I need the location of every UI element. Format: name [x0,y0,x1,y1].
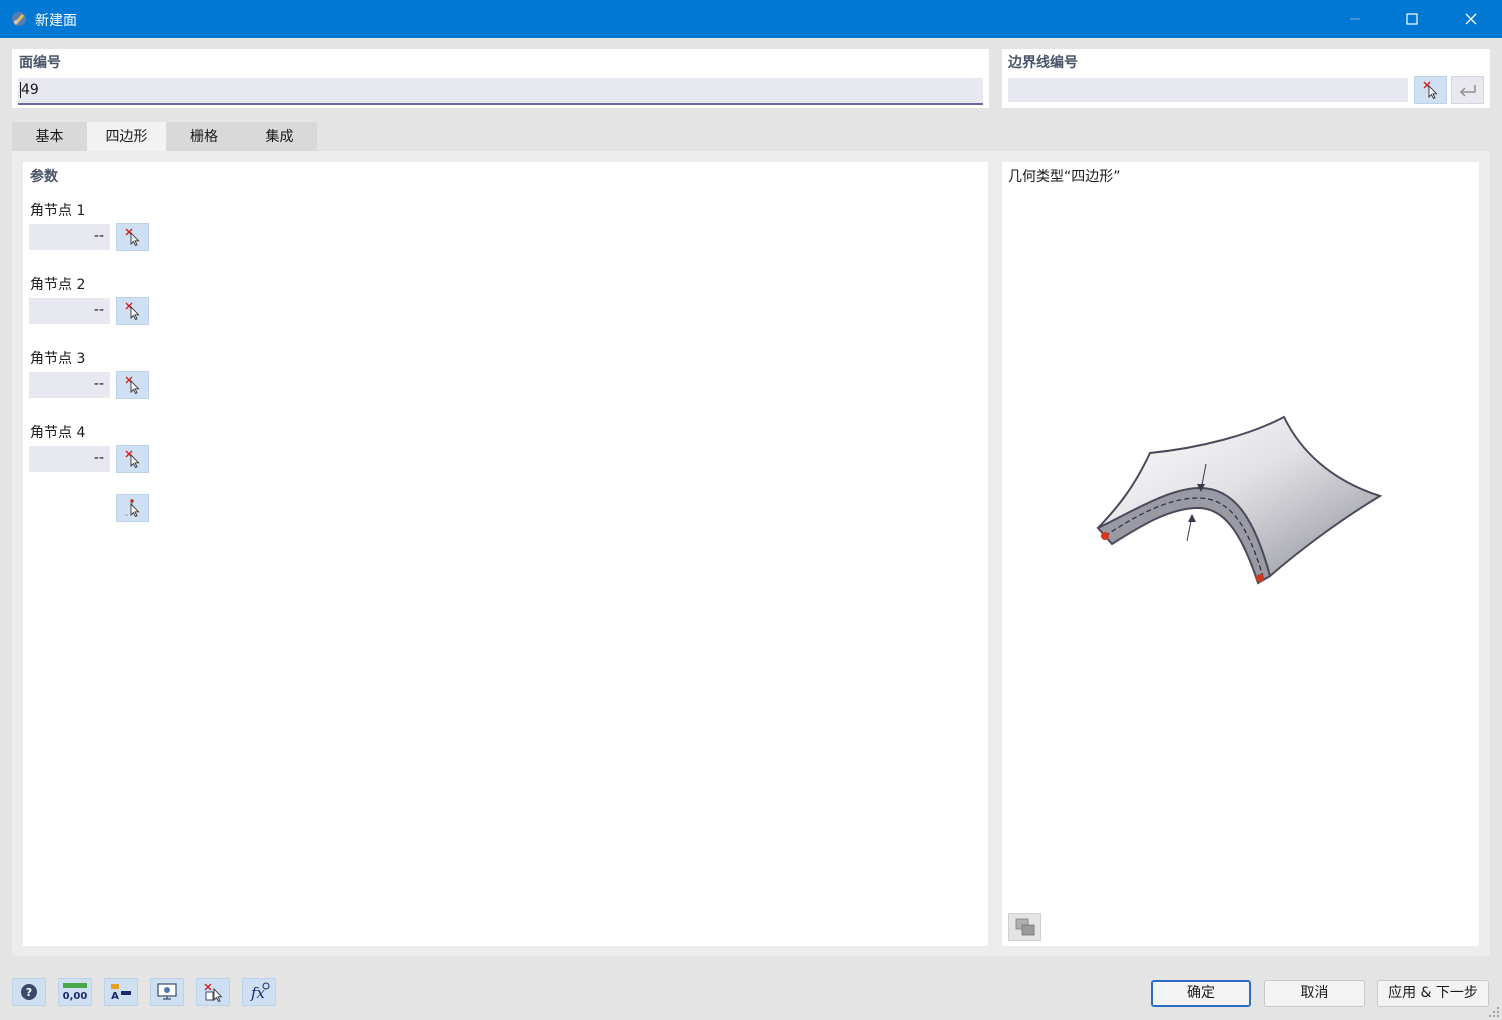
ok-button[interactable]: 确定 [1151,980,1251,1007]
apply-next-button[interactable]: 应用 & 下一步 [1377,980,1489,1007]
surface-number-value: 49 [21,82,39,98]
pick-corner-node-1-button[interactable] [116,223,149,251]
view-icon [157,983,177,1000]
boundary-lines-label: 边界线编号 [1008,55,1078,71]
units-icon: 0,00 [63,983,88,1002]
corner-node-1-input[interactable]: -- [29,224,110,250]
tab-bar: 基本 四边形 栅格 集成 [12,122,1490,152]
resize-grip-icon[interactable] [1488,1006,1500,1018]
svg-text:?: ? [26,986,32,999]
corner-node-3-value: -- [93,376,104,392]
tab-grid[interactable]: 栅格 [166,122,242,152]
return-arrow-icon [1459,85,1476,97]
pick-cursor-icon [125,376,140,395]
units-button[interactable]: 0,00 [58,978,92,1006]
app-icon [12,12,26,26]
pick-corner-node-4-button[interactable] [116,445,149,473]
corner-node-4-label: 角节点 4 [30,425,86,441]
surface-number-label: 面编号 [19,55,61,71]
minimize-icon [1350,18,1360,20]
pick-nodes-icon [125,499,140,518]
view-button[interactable] [150,978,184,1006]
surface-number-panel: 面编号 49 [12,49,989,108]
corner-node-1-label: 角节点 1 [30,203,86,219]
surface-number-input[interactable]: 49 [18,78,983,105]
window-title: 新建面 [35,13,77,29]
svg-text:A: A [111,991,119,1002]
text-settings-button[interactable]: A [104,978,138,1006]
pick-cursor-icon [125,450,140,469]
pick-cursor-icon [125,228,140,247]
pick-cursor-icon [125,302,140,321]
cancel-button[interactable]: 取消 [1264,980,1365,1007]
preview-title: 几何类型“四边形” [1008,169,1121,185]
undo-selection-button[interactable] [1451,76,1484,104]
corner-node-3-label: 角节点 3 [30,351,86,367]
boundary-lines-input[interactable] [1008,78,1408,102]
image-options-icon [1015,918,1035,936]
select-icon [204,983,223,1003]
parameters-heading: 参数 [30,169,58,185]
corner-node-4-value: -- [93,450,104,466]
pick-cursor-icon [1423,81,1438,100]
help-icon: ? [21,984,37,1000]
tab-integration[interactable]: 集成 [242,122,317,152]
select-button[interactable] [196,978,230,1006]
pick-corner-node-2-button[interactable] [116,297,149,325]
corner-node-2-label: 角节点 2 [30,277,86,293]
pick-boundary-lines-button[interactable] [1414,76,1447,104]
close-button[interactable] [1442,0,1500,38]
help-button[interactable]: ? [12,978,46,1006]
corner-node-1-value: -- [93,228,104,244]
close-icon [1465,13,1477,25]
corner-node-2-value: -- [93,302,104,318]
maximize-icon [1406,13,1418,25]
parameters-panel [23,162,988,946]
formula-button[interactable]: fx [242,978,276,1006]
boundary-lines-panel: 边界线编号 [1002,49,1490,108]
corner-node-3-input[interactable]: -- [29,372,110,398]
title-bar: 新建面 [0,0,1502,38]
formula-icon: fx [250,982,270,1002]
tab-quadrangle[interactable]: 四边形 [87,122,166,152]
corner-node-4-input[interactable]: -- [29,446,110,472]
tab-basic[interactable]: 基本 [12,122,87,152]
quadrangle-surface-illustration [1096,415,1383,585]
minimize-button[interactable] [1326,0,1384,38]
svg-text:0,00: 0,00 [63,991,88,1002]
text-settings-icon: A [111,984,131,1002]
preview-options-button[interactable] [1008,913,1041,941]
maximize-button[interactable] [1383,0,1441,38]
corner-node-2-input[interactable]: -- [29,298,110,324]
pick-all-nodes-button[interactable] [116,494,149,522]
pick-corner-node-3-button[interactable] [116,371,149,399]
